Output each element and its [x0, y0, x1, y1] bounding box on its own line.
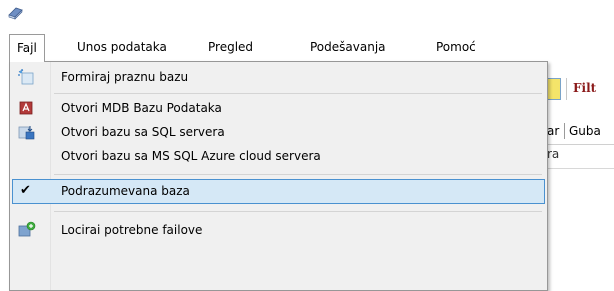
menu-separator — [54, 174, 542, 175]
new-database-icon — [18, 69, 34, 85]
menu-item-default-database[interactable]: ✔ Podrazumevana baza — [12, 179, 545, 204]
toolbar-separator — [566, 78, 567, 100]
menu-item-open-sql-server[interactable]: Otvori bazu sa SQL servera — [12, 120, 545, 144]
menu-item-label: Locirai potrebne failove — [61, 223, 203, 237]
sql-server-icon — [18, 126, 35, 140]
checkmark-icon: ✔ — [20, 183, 31, 198]
menu-item-label: Otvori bazu sa MS SQL Azure cloud server… — [61, 149, 321, 163]
tab-divider — [564, 123, 565, 139]
background-toolbar: Filt — [547, 76, 614, 104]
menu-item-open-mdb[interactable]: Otvori MDB Bazu Podataka — [12, 96, 545, 120]
file-dropdown-menu: Formiraj praznu bazu Otvori MDB Bazu Pod… — [9, 61, 548, 291]
background-tabs: ar Guba — [547, 120, 614, 145]
locate-files-icon — [18, 221, 36, 237]
menu-item-open-azure[interactable]: Otvori bazu sa MS SQL Azure cloud server… — [12, 144, 545, 168]
menu-item-locate-files[interactable]: Locirai potrebne failove — [12, 217, 545, 243]
menu-unos-podataka[interactable]: Unos podataka — [71, 34, 173, 62]
menu-fajl[interactable]: Fajl — [9, 34, 45, 62]
tab-ar[interactable]: ar — [547, 124, 559, 138]
tab-guba[interactable]: Guba — [569, 124, 601, 138]
menu-item-label: Otvori bazu sa SQL servera — [61, 125, 225, 139]
menu-separator — [54, 93, 542, 94]
menu-pomoc[interactable]: Pomoć — [430, 34, 482, 62]
menu-item-label: Formiraj praznu bazu — [61, 70, 189, 84]
menu-bar: Fajl Unos podataka Pregled Podešavanja P… — [0, 34, 614, 62]
background-row-text: ra — [547, 147, 560, 161]
menu-item-new-database[interactable]: Formiraj praznu bazu — [12, 65, 545, 89]
access-database-icon — [19, 101, 33, 115]
title-bar — [0, 0, 614, 34]
toolbar-button[interactable] — [547, 78, 561, 100]
background-divider — [547, 168, 614, 169]
menu-item-label: Otvori MDB Bazu Podataka — [61, 101, 222, 115]
menu-separator — [54, 211, 542, 212]
menu-item-label: Podrazumevana baza — [61, 184, 190, 198]
filter-label: Filt — [573, 81, 597, 95]
app-book-icon — [8, 7, 23, 20]
menu-podesavanja[interactable]: Podešavanja — [304, 34, 392, 62]
menu-pregled[interactable]: Pregled — [202, 34, 259, 62]
